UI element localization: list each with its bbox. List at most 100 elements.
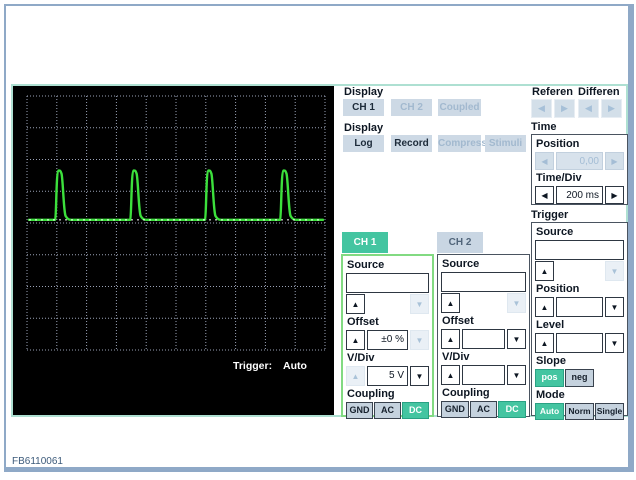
tab-ch2[interactable]: CH 2 bbox=[437, 232, 483, 253]
time-groupbox: Position ◀ 0,00 ▶ Time/Div ◀ 200 ms ▶ bbox=[531, 134, 628, 205]
time-div-label: Time/Div bbox=[536, 172, 582, 184]
ch1-source-field[interactable] bbox=[346, 273, 429, 293]
trigger-source-up-button[interactable]: ▲ bbox=[535, 261, 554, 281]
down-arrow-icon: ▼ bbox=[512, 298, 521, 308]
left-arrow-icon: ◀ bbox=[541, 190, 548, 200]
ch1-source-down-button[interactable]: ▼ bbox=[410, 294, 429, 314]
ch2-source-label: Source bbox=[442, 258, 480, 270]
ch1-offset-label: Offset bbox=[347, 316, 379, 328]
trigger-group-label: Trigger bbox=[531, 209, 569, 221]
ch2-offset-label: Offset bbox=[442, 315, 474, 327]
figure-code: FB6110061 bbox=[12, 456, 63, 467]
trigger-mode-norm-button[interactable]: Norm bbox=[565, 403, 594, 420]
ch2-offset-down-button[interactable]: ▼ bbox=[507, 329, 526, 349]
trigger-level-field[interactable] bbox=[556, 333, 603, 353]
time-position-decrement-button[interactable]: ◀ bbox=[535, 152, 554, 170]
reference-next-button[interactable]: ▶ bbox=[554, 99, 575, 118]
ch1-panel: Source ▲ ▼ Offset ▲ ±0 % ▼ V/Div ▲ 5 V ▼… bbox=[341, 254, 434, 419]
trigger-level-label: Level bbox=[536, 319, 565, 331]
ch1-offset-up-button[interactable]: ▲ bbox=[346, 330, 365, 350]
ch2-coupling-dc-button[interactable]: DC bbox=[498, 401, 527, 418]
time-position-label: Position bbox=[536, 138, 580, 150]
display-channels-label: Display bbox=[344, 86, 384, 98]
trigger-slope-label: Slope bbox=[536, 355, 566, 367]
up-arrow-icon: ▲ bbox=[351, 371, 360, 381]
ch1-coupling-ac-button[interactable]: AC bbox=[374, 402, 401, 419]
ch1-coupling-gnd-button[interactable]: GND bbox=[346, 402, 373, 419]
difference-prev-button[interactable]: ◀ bbox=[578, 99, 599, 118]
right-arrow-icon: ▶ bbox=[611, 156, 618, 166]
time-div-increment-button[interactable]: ▶ bbox=[605, 186, 624, 204]
display-modes-label: Display bbox=[344, 122, 384, 134]
ch2-offset-up-button[interactable]: ▲ bbox=[441, 329, 460, 349]
ch2-vdiv-down-button[interactable]: ▼ bbox=[507, 365, 526, 385]
ch2-source-field[interactable] bbox=[441, 272, 526, 292]
ch1-offset-down-button[interactable]: ▼ bbox=[410, 330, 429, 350]
trigger-position-up-button[interactable]: ▲ bbox=[535, 297, 554, 317]
display-compress-button[interactable]: Compress bbox=[438, 135, 487, 152]
trigger-source-field[interactable] bbox=[535, 240, 624, 260]
ch1-offset-field[interactable]: ±0 % bbox=[367, 330, 408, 350]
time-position-increment-button[interactable]: ▶ bbox=[605, 152, 624, 170]
up-arrow-icon: ▲ bbox=[351, 335, 360, 345]
up-arrow-icon: ▲ bbox=[540, 338, 549, 348]
ch2-vdiv-label: V/Div bbox=[442, 351, 470, 363]
trigger-level-up-button[interactable]: ▲ bbox=[535, 333, 554, 353]
ch2-source-down-button[interactable]: ▼ bbox=[507, 293, 526, 313]
down-arrow-icon: ▼ bbox=[415, 335, 424, 345]
down-arrow-icon: ▼ bbox=[415, 371, 424, 381]
trigger-level-down-button[interactable]: ▼ bbox=[605, 333, 624, 353]
trigger-groupbox: Source ▲ ▼ Position ▲ ▼ Level ▲ ▼ Slope … bbox=[531, 222, 628, 420]
up-arrow-icon: ▲ bbox=[446, 298, 455, 308]
right-arrow-icon: ▶ bbox=[611, 190, 618, 200]
ch2-offset-field[interactable] bbox=[462, 329, 505, 349]
display-record-button[interactable]: Record bbox=[391, 135, 432, 152]
trigger-position-down-button[interactable]: ▼ bbox=[605, 297, 624, 317]
display-ch1-button[interactable]: CH 1 bbox=[343, 99, 384, 116]
up-arrow-icon: ▲ bbox=[351, 299, 360, 309]
ch1-vdiv-up-button[interactable]: ▲ bbox=[346, 366, 365, 386]
trigger-slope-pos-button[interactable]: pos bbox=[535, 369, 564, 387]
trigger-slope-neg-button[interactable]: neg bbox=[565, 369, 594, 387]
left-arrow-icon: ◀ bbox=[538, 103, 545, 113]
ch1-vdiv-label: V/Div bbox=[347, 352, 375, 364]
down-arrow-icon: ▼ bbox=[610, 266, 619, 276]
ch2-source-up-button[interactable]: ▲ bbox=[441, 293, 460, 313]
time-group-label: Time bbox=[531, 121, 557, 133]
trigger-source-down-button[interactable]: ▼ bbox=[605, 261, 624, 281]
difference-next-button[interactable]: ▶ bbox=[601, 99, 622, 118]
ch1-coupling-label: Coupling bbox=[347, 388, 395, 400]
down-arrow-icon: ▼ bbox=[512, 334, 521, 344]
ch2-vdiv-up-button[interactable]: ▲ bbox=[441, 365, 460, 385]
left-arrow-icon: ◀ bbox=[541, 156, 548, 166]
ch2-coupling-gnd-button[interactable]: GND bbox=[441, 401, 469, 418]
ch1-vdiv-field[interactable]: 5 V bbox=[367, 366, 408, 386]
ch1-vdiv-down-button[interactable]: ▼ bbox=[410, 366, 429, 386]
tab-ch1[interactable]: CH 1 bbox=[342, 232, 388, 253]
time-div-field[interactable]: 200 ms bbox=[556, 186, 603, 204]
trigger-position-field[interactable] bbox=[556, 297, 603, 317]
scope-canvas: Trigger: Auto bbox=[13, 86, 334, 415]
trigger-mode-single-button[interactable]: Single bbox=[595, 403, 624, 420]
down-arrow-icon: ▼ bbox=[512, 370, 521, 380]
up-arrow-icon: ▲ bbox=[540, 266, 549, 276]
trigger-position-label: Position bbox=[536, 283, 580, 295]
down-arrow-icon: ▼ bbox=[415, 299, 424, 309]
trigger-mode-auto-button[interactable]: Auto bbox=[535, 403, 564, 420]
ch2-panel: Source ▲ ▼ Offset ▲ ▼ V/Div ▲ ▼ Coupling… bbox=[437, 254, 530, 418]
trigger-source-label: Source bbox=[536, 226, 574, 238]
display-stimuli-button[interactable]: Stimuli bbox=[485, 135, 526, 152]
trigger-mode-label: Mode bbox=[536, 389, 565, 401]
time-div-decrement-button[interactable]: ◀ bbox=[535, 186, 554, 204]
ch2-vdiv-field[interactable] bbox=[462, 365, 505, 385]
reference-prev-button[interactable]: ◀ bbox=[531, 99, 552, 118]
ch1-source-up-button[interactable]: ▲ bbox=[346, 294, 365, 314]
right-arrow-icon: ▶ bbox=[608, 103, 615, 113]
ch2-coupling-ac-button[interactable]: AC bbox=[469, 401, 498, 418]
ch1-coupling-dc-button[interactable]: DC bbox=[402, 402, 429, 419]
trigger-status-label: Trigger: bbox=[233, 360, 272, 372]
display-log-button[interactable]: Log bbox=[343, 135, 384, 152]
display-ch2-button[interactable]: CH 2 bbox=[391, 99, 432, 116]
display-coupled-button[interactable]: Coupled bbox=[438, 99, 481, 116]
time-position-field[interactable]: 0,00 bbox=[556, 152, 603, 170]
